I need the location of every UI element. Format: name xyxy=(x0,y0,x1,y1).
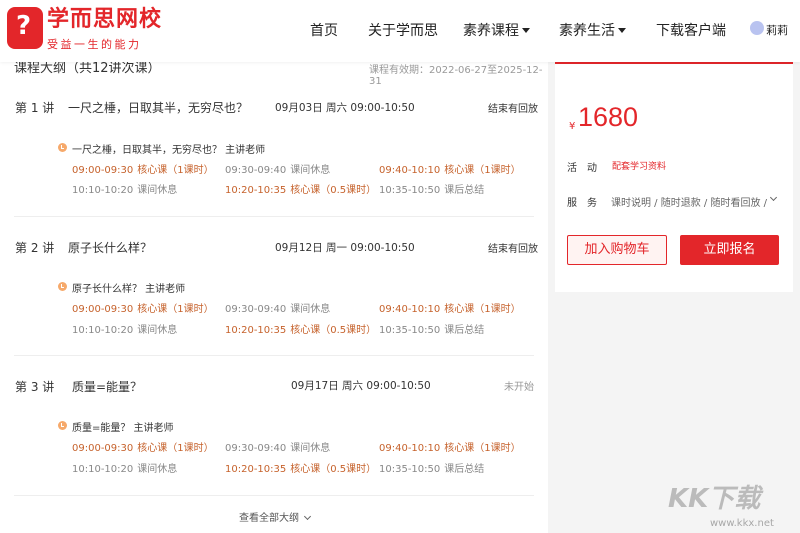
lecture-date: 09月03日 周六 09:00-10:50 xyxy=(275,102,415,114)
nav-life[interactable]: 素养生活 xyxy=(559,20,626,40)
nav-life-label: 素养生活 xyxy=(559,23,615,39)
schedule-slot: 09:40-10:10 核心课（1课时） xyxy=(379,443,521,454)
lecture-sub-title: 质量=能量？ 主讲老师 xyxy=(72,423,174,434)
lecture-date: 09月12日 周一 09:00-10:50 xyxy=(275,242,415,254)
logo-icon[interactable]: ? xyxy=(7,7,43,49)
divider xyxy=(14,495,534,496)
schedule-slot: 10:20-10:35 核心课（0.5课时） xyxy=(225,464,377,475)
divider xyxy=(14,355,534,356)
clock-icon xyxy=(58,421,67,430)
nav-courses-label: 素养课程 xyxy=(463,23,519,39)
schedule-slot: 10:10-10:20 课间休息 xyxy=(72,185,178,196)
nav-download[interactable]: 下载客户端 xyxy=(656,20,726,40)
lecture-status[interactable]: 结束有回放 xyxy=(488,240,538,255)
add-to-cart-button[interactable]: 加入购物车 xyxy=(567,235,667,265)
lecture-number: 第 1 讲 xyxy=(15,101,55,115)
schedule-slot: 09:00-09:30 核心课（1课时） xyxy=(72,443,214,454)
schedule-slot: 09:30-09:40 课间休息 xyxy=(225,304,331,315)
schedule-slot: 10:35-10:50 课后总结 xyxy=(379,185,485,196)
clock-icon xyxy=(58,282,67,291)
lecture-number: 第 3 讲 xyxy=(15,380,55,394)
schedule-slot: 10:20-10:35 核心课（0.5课时） xyxy=(225,185,377,196)
clock-icon xyxy=(58,143,67,152)
chevron-down-icon[interactable] xyxy=(769,193,778,202)
view-all-outline-link[interactable]: 查看全部大纲 xyxy=(239,509,312,524)
schedule-slot: 09:40-10:10 核心课（1课时） xyxy=(379,304,521,315)
schedule-slot: 09:00-09:30 核心课（1课时） xyxy=(72,304,214,315)
nav-home[interactable]: 首页 xyxy=(310,20,338,40)
schedule-slot: 10:35-10:50 课后总结 xyxy=(379,464,485,475)
enroll-now-button[interactable]: 立即报名 xyxy=(680,235,779,265)
lecture-number: 第 2 讲 xyxy=(15,241,55,255)
username[interactable]: 莉莉 xyxy=(766,22,788,38)
lecture-sub-title: 原子长什么样？ 主讲老师 xyxy=(72,284,186,295)
divider xyxy=(14,216,534,217)
lecture-title[interactable]: 质量=能量？ xyxy=(72,378,142,395)
activity-link[interactable]: 配套学习资料 xyxy=(612,159,666,172)
lecture-status[interactable]: 结束有回放 xyxy=(488,100,538,115)
schedule-slot: 10:10-10:20 课间休息 xyxy=(72,325,178,336)
logo-slogan: 受益一生的能力 xyxy=(47,38,142,51)
activity-label: 活动 xyxy=(567,163,607,174)
course-outline-panel: 课程大纲（共12讲次课） 课程有效期：2022-06-27至2025-12-31… xyxy=(0,62,548,533)
schedule-slot: 10:35-10:50 课后总结 xyxy=(379,325,485,336)
service-label: 服务 xyxy=(567,198,607,209)
chevron-down-icon xyxy=(303,512,312,521)
course-validity: 课程有效期：2022-06-27至2025-12-31 xyxy=(369,65,543,87)
schedule-slot: 09:30-09:40 课间休息 xyxy=(225,165,331,176)
purchase-panel: ¥ 1680 活动 配套学习资料 服务 课时说明 / 随时退款 / 随时看回放 … xyxy=(555,62,793,292)
nav-about[interactable]: 关于学而思 xyxy=(368,20,438,40)
nav-courses[interactable]: 素养课程 xyxy=(463,20,530,40)
avatar[interactable] xyxy=(750,21,764,35)
schedule-slot: 09:30-09:40 课间休息 xyxy=(225,443,331,454)
top-header: ? 学而思网校 受益一生的能力 首页 关于学而思 素养课程 素养生活 下载客户端… xyxy=(0,0,800,62)
price-currency: ¥ xyxy=(569,121,576,132)
outline-title: 课程大纲（共12讲次课） xyxy=(14,62,161,76)
service-text: 课时说明 / 随时退款 / 随时看回放 / xyxy=(611,198,768,209)
schedule-slot: 10:10-10:20 课间休息 xyxy=(72,464,178,475)
schedule-slot: 10:20-10:35 核心课（0.5课时） xyxy=(225,325,377,336)
lecture-status: 未开始 xyxy=(504,382,534,393)
watermark-url: www.kkx.net xyxy=(710,518,774,529)
caret-down-icon xyxy=(522,28,530,33)
lecture-sub-title: 一尺之棰，日取其半，无穷尽也？ 主讲老师 xyxy=(72,145,266,156)
schedule-slot: 09:40-10:10 核心课（1课时） xyxy=(379,165,521,176)
lecture-date: 09月17日 周六 09:00-10:50 xyxy=(291,380,431,392)
lecture-title[interactable]: 一尺之棰，日取其半，无穷尽也？ xyxy=(68,99,248,116)
schedule-slot: 09:00-09:30 核心课（1课时） xyxy=(72,165,214,176)
lecture-title[interactable]: 原子长什么样？ xyxy=(68,239,152,256)
logo-title[interactable]: 学而思网校 xyxy=(47,7,162,33)
watermark-logo: KK下载 xyxy=(668,484,761,514)
caret-down-icon xyxy=(618,28,626,33)
course-price: 1680 xyxy=(578,102,639,132)
